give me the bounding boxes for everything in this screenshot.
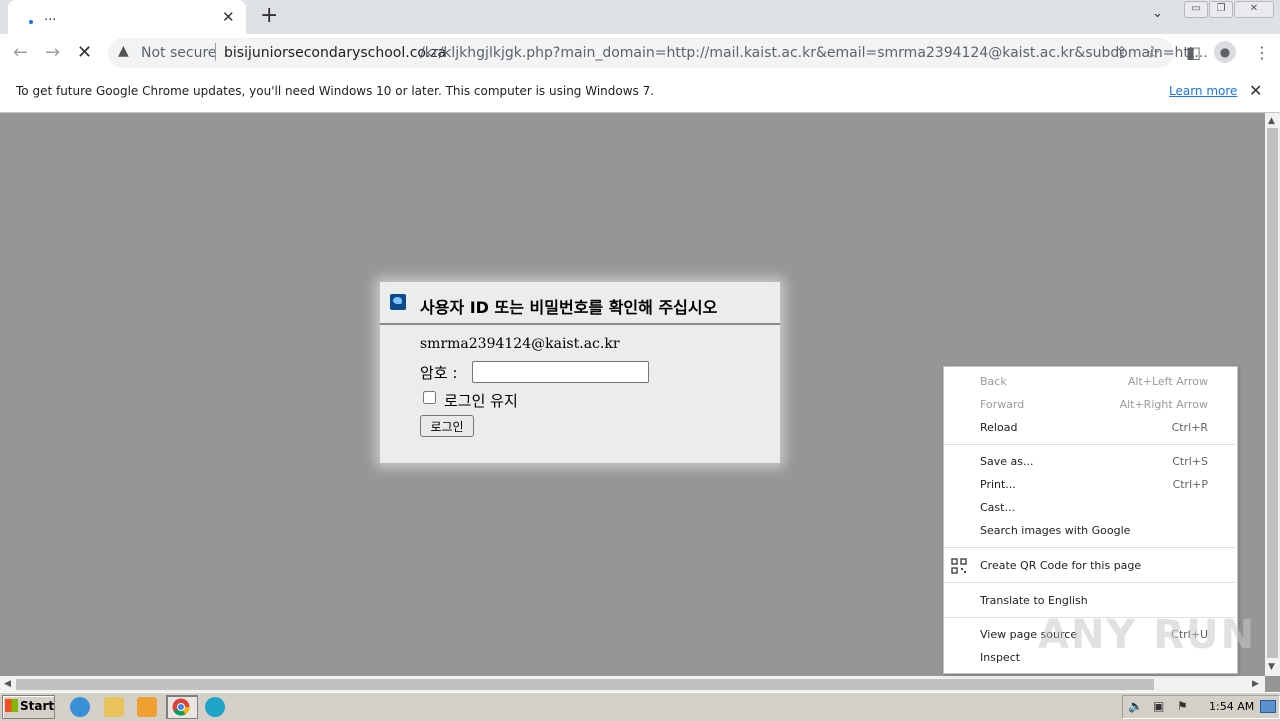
menu-shortcut-print: Ctrl+P	[1172, 478, 1208, 491]
dialog-divider	[380, 323, 780, 325]
edge-icon[interactable]	[205, 697, 225, 717]
action-center-flag-icon[interactable]: ⚑	[1177, 699, 1188, 713]
chrome-icon[interactable]	[172, 698, 190, 716]
menu-separator	[944, 582, 1235, 583]
scroll-down-icon[interactable]: ▼	[1268, 662, 1275, 672]
infobar-message: To get future Google Chrome updates, you…	[16, 84, 655, 98]
qr-code-icon	[951, 558, 967, 574]
menu-item-print[interactable]: Print...	[980, 478, 1016, 491]
menu-shortcut-forward: Alt+Right Arrow	[1119, 398, 1208, 411]
remember-me-checkbox[interactable]	[423, 391, 436, 404]
account-email: smrma2394124@kaist.ac.kr	[420, 336, 620, 352]
menu-item-back[interactable]: Back	[980, 375, 1007, 388]
tab-title: ...	[44, 9, 57, 24]
security-status[interactable]: Not secure	[141, 45, 217, 61]
network-icon[interactable]: ▣	[1153, 699, 1164, 713]
start-label[interactable]: Start	[20, 699, 54, 713]
scroll-up-icon[interactable]: ▲	[1268, 116, 1275, 126]
scroll-right-icon[interactable]: ▶	[1252, 679, 1259, 689]
share-icon[interactable]: ⇪	[1115, 43, 1128, 62]
url-host[interactable]: bisijuniorsecondaryschool.co.za	[224, 45, 446, 61]
password-label: 암호 :	[420, 364, 458, 382]
menu-item-inspect[interactable]: Inspect	[980, 651, 1020, 664]
media-player-icon[interactable]	[137, 697, 157, 717]
menu-item-reload[interactable]: Reload	[980, 421, 1017, 434]
vertical-scroll-thumb[interactable]	[1267, 128, 1278, 658]
side-panel-icon[interactable]: ◧	[1186, 43, 1201, 62]
password-input[interactable]	[472, 361, 649, 383]
dialog-title: 사용자 ID 또는 비밀번호를 확인해 주십시오	[420, 298, 718, 317]
taskbar-clock[interactable]: 1:54 AM	[1209, 700, 1254, 713]
remember-me-label[interactable]: 로그인 유지	[444, 390, 518, 411]
learn-more-link[interactable]: Learn more	[1169, 84, 1237, 98]
star-icon[interactable]: ☆	[1146, 43, 1160, 62]
login-button[interactable]: 로그인	[420, 415, 474, 437]
restore-button[interactable]: ❐	[1209, 1, 1233, 18]
url-path[interactable]: /kr/kljkhgjlkjgk.php?main_domain=http://…	[420, 45, 1208, 61]
volume-icon[interactable]: 🔈	[1128, 699, 1143, 713]
loading-spinner-icon	[29, 20, 33, 24]
window-close-button[interactable]: ✕	[1234, 1, 1274, 18]
infobar-close-icon[interactable]: ✕	[1249, 81, 1262, 100]
menu-item-search-images[interactable]: Search images with Google	[980, 524, 1130, 537]
stop-loading-button[interactable]: ✕	[77, 42, 92, 63]
back-button[interactable]: ←	[13, 42, 28, 63]
menu-item-cast[interactable]: Cast...	[980, 501, 1015, 514]
new-tab-button[interactable]: +	[260, 3, 278, 28]
warning-triangle-icon[interactable]: ▲	[118, 43, 129, 59]
menu-item-translate[interactable]: Translate to English	[980, 594, 1088, 607]
minimize-button[interactable]: ▭	[1184, 1, 1208, 18]
forward-button[interactable]: →	[45, 42, 60, 63]
menu-shortcut-back: Alt+Left Arrow	[1127, 375, 1208, 388]
menu-separator	[944, 444, 1235, 445]
internet-explorer-icon[interactable]	[70, 697, 90, 717]
menu-item-create-qr[interactable]: Create QR Code for this page	[980, 559, 1141, 572]
menu-icon[interactable]: ⋮	[1254, 43, 1270, 62]
profile-icon[interactable]: ●	[1214, 41, 1236, 63]
menu-item-forward[interactable]: Forward	[980, 398, 1024, 411]
url-divider	[215, 43, 216, 61]
system-tray	[1122, 695, 1280, 719]
file-explorer-icon[interactable]	[104, 697, 124, 717]
horizontal-scroll-thumb[interactable]	[16, 679, 1154, 690]
menu-shortcut-save-as: Ctrl+S	[1172, 455, 1208, 468]
tab-close-icon[interactable]: ✕	[222, 8, 235, 26]
tab-search-icon[interactable]: ⌄	[1152, 6, 1163, 21]
menu-separator	[944, 547, 1235, 548]
scroll-left-icon[interactable]: ◀	[4, 679, 11, 689]
show-desktop-icon[interactable]	[1260, 700, 1276, 713]
menu-shortcut-reload: Ctrl+R	[1171, 421, 1208, 434]
anyrun-watermark: ANY RUN	[1038, 612, 1257, 658]
windows-logo-icon	[5, 699, 18, 712]
mail-logo-icon-inner	[393, 297, 402, 304]
menu-item-save-as[interactable]: Save as...	[980, 455, 1033, 468]
